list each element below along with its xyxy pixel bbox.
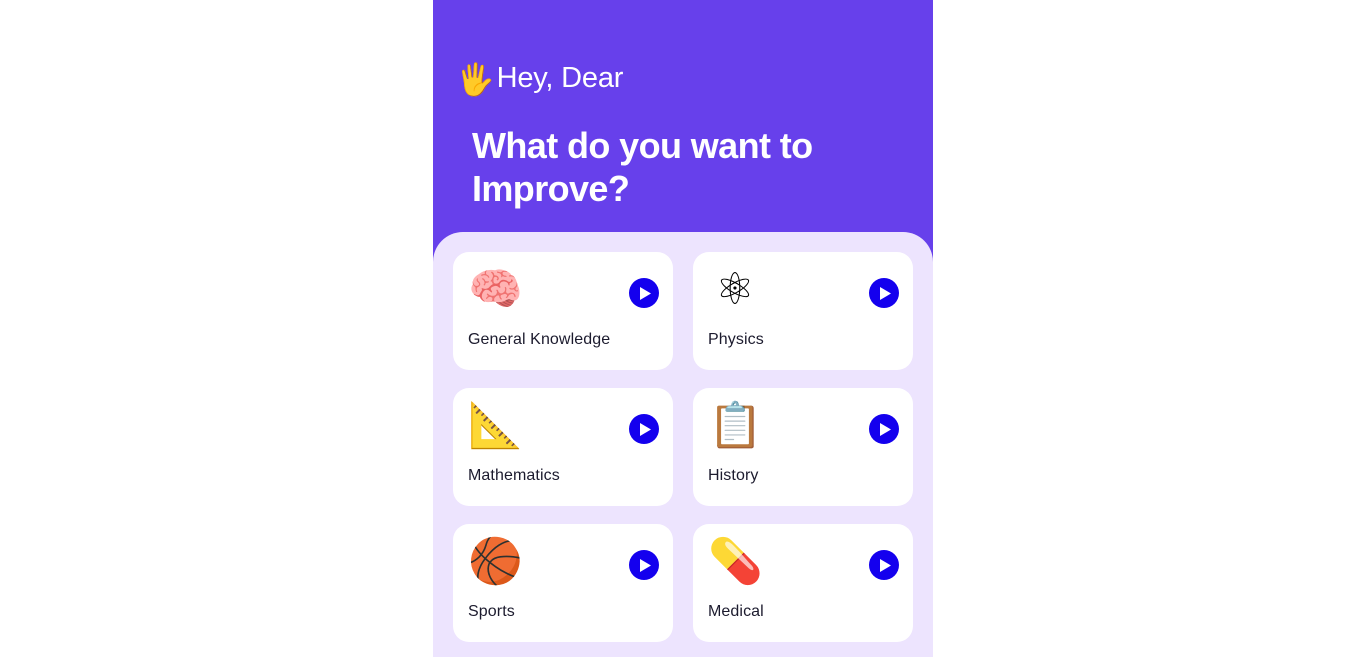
category-card-medical[interactable]: 💊 Medical: [693, 524, 913, 642]
category-card-history[interactable]: 📋 History: [693, 388, 913, 506]
content-panel: 🧠 General Knowledge ⚛ Physics 📐 Mathematics 📋 H…: [433, 232, 933, 657]
category-label: Sports: [468, 603, 515, 620]
category-label: Mathematics: [468, 467, 560, 484]
greeting: 🖐 Hey, Dear: [456, 62, 624, 98]
play-icon[interactable]: [869, 278, 899, 308]
page-title: What do you want to Improve?: [472, 125, 813, 209]
category-card-sports[interactable]: 🏀 Sports: [453, 524, 673, 642]
header-section: 🖐 Hey, Dear What do you want to Improve?: [433, 0, 933, 236]
raised-hand-icon: 🖐: [456, 62, 495, 98]
basketball-jersey-icon: 🏀: [468, 536, 523, 587]
play-icon[interactable]: [629, 414, 659, 444]
play-icon[interactable]: [629, 278, 659, 308]
play-icon[interactable]: [629, 550, 659, 580]
category-label: History: [708, 467, 759, 484]
category-label: Physics: [708, 331, 764, 348]
protractor-icon: 📐: [468, 400, 523, 451]
category-card-physics[interactable]: ⚛ Physics: [693, 252, 913, 370]
app-frame: 🖐 Hey, Dear What do you want to Improve?…: [433, 0, 933, 657]
document-stopwatch-icon: 📋: [708, 400, 763, 451]
category-grid: 🧠 General Knowledge ⚛ Physics 📐 Mathematics 📋 H…: [453, 252, 913, 642]
category-label: General Knowledge: [468, 331, 611, 348]
atom-icon: ⚛: [715, 264, 755, 315]
category-card-general-knowledge[interactable]: 🧠 General Knowledge: [453, 252, 673, 370]
play-icon[interactable]: [869, 414, 899, 444]
pill-pack-icon: 💊: [708, 536, 763, 587]
category-card-mathematics[interactable]: 📐 Mathematics: [453, 388, 673, 506]
greeting-text: Hey, Dear: [496, 62, 624, 94]
category-label: Medical: [708, 603, 764, 620]
brain-icon: 🧠: [468, 264, 523, 315]
play-icon[interactable]: [869, 550, 899, 580]
